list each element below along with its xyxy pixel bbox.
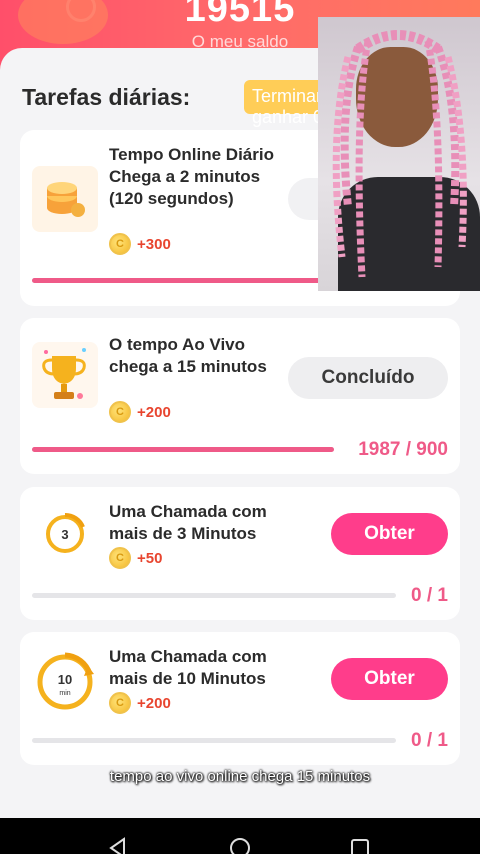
task-card-live-time: O tempo Ao Vivo chega a 15 minutos C +20… bbox=[20, 318, 460, 474]
progress-fill bbox=[32, 278, 322, 283]
daily-tasks-title: Tarefas diárias: bbox=[22, 84, 191, 110]
reward-amount: +50 bbox=[137, 549, 163, 567]
get-reward-button[interactable]: Obter bbox=[331, 513, 448, 555]
recents-icon[interactable] bbox=[348, 836, 372, 854]
reward-amount: +200 bbox=[137, 694, 171, 712]
task-progress-bar bbox=[32, 738, 396, 743]
trophy-icon bbox=[32, 342, 98, 408]
task-progress-text: 1987 / 900 bbox=[358, 439, 448, 460]
task-title: O tempo Ao Vivo chega a 15 minutos bbox=[109, 335, 267, 376]
task-card-call-3min: 3 Uma Chamada com mais de 3 Minutos C +5… bbox=[20, 487, 460, 620]
3-min-timer-icon: 3 bbox=[32, 501, 98, 567]
svg-text:min: min bbox=[59, 690, 70, 697]
task-title: Uma Chamada com mais de 10 Minutos bbox=[109, 647, 267, 688]
home-icon[interactable] bbox=[228, 836, 252, 854]
reward-amount: +200 bbox=[137, 403, 171, 421]
reward-amount: +300 bbox=[137, 235, 171, 253]
presenter-video bbox=[318, 17, 480, 291]
svg-text:3: 3 bbox=[61, 527, 68, 542]
task-reward: C +200 bbox=[109, 691, 171, 715]
coin-icon: C bbox=[109, 233, 131, 255]
coin-stack-icon bbox=[32, 166, 98, 232]
task-reward: C +300 bbox=[109, 232, 171, 256]
task-title: Tempo Online Diário Chega a 2 minutos (1… bbox=[109, 145, 274, 208]
progress-fill bbox=[32, 447, 334, 452]
coin-icon: C bbox=[109, 401, 131, 423]
task-progress-bar bbox=[32, 278, 322, 283]
task-reward: C +50 bbox=[109, 546, 162, 570]
task-progress-bar bbox=[32, 593, 396, 598]
task-reward: C +200 bbox=[109, 400, 171, 424]
svg-text:10: 10 bbox=[58, 672, 72, 687]
10-min-timer-icon: 10 min bbox=[32, 646, 98, 712]
presenter-braids bbox=[332, 30, 467, 278]
task-progress-text: 0 / 1 bbox=[411, 585, 448, 606]
coin-icon: C bbox=[109, 692, 131, 714]
task-card-call-10min: 10 min Uma Chamada com mais de 10 Minuto… bbox=[20, 632, 460, 765]
task-progress-text: 0 / 1 bbox=[411, 730, 448, 751]
video-caption: tempo ao vivo online chega 15 minutos bbox=[109, 768, 371, 785]
coin-icon: C bbox=[109, 547, 131, 569]
back-icon[interactable] bbox=[106, 836, 130, 854]
task-progress-bar bbox=[32, 447, 334, 452]
task-title: Uma Chamada com mais de 3 Minutos bbox=[109, 502, 267, 543]
get-reward-button[interactable]: Obter bbox=[331, 658, 448, 700]
task-completed-button[interactable]: Concluído bbox=[288, 357, 448, 399]
system-nav-bar bbox=[0, 818, 480, 854]
